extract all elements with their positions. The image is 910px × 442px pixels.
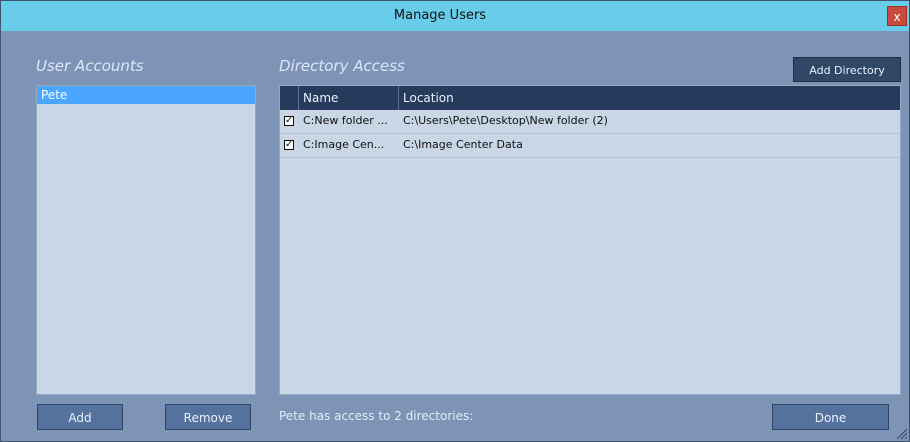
row-name: C:New folder ... [303, 114, 388, 127]
location-column-header[interactable]: Location [399, 86, 900, 110]
table-row[interactable]: ✓ C:Image Cen... C:\Image Center Data [280, 134, 900, 158]
directory-access-status: Pete has access to 2 directories: [279, 409, 474, 423]
done-button[interactable]: Done [772, 404, 889, 430]
directory-access-heading: Directory Access [279, 57, 405, 75]
window-title: Manage Users [393, 8, 487, 23]
table-header: Name Location [280, 86, 900, 110]
user-accounts-list[interactable]: Pete [36, 85, 256, 395]
row-location: C:\Image Center Data [403, 138, 523, 151]
manage-users-window: Manage Users x User Accounts Pete Add Re… [0, 0, 910, 442]
check-icon[interactable]: ✓ [284, 140, 294, 150]
table-row[interactable]: ✓ C:New folder ... C:\Users\Pete\Desktop… [280, 110, 900, 134]
resize-grip-icon[interactable] [897, 429, 907, 439]
checkbox-column-header [280, 86, 299, 110]
user-item[interactable]: Pete [37, 86, 255, 104]
row-name: C:Image Cen... [303, 138, 385, 151]
close-button[interactable]: x [887, 6, 907, 26]
user-accounts-heading: User Accounts [36, 57, 144, 75]
title-bar: Manage Users x [1, 1, 909, 31]
check-icon[interactable]: ✓ [284, 116, 294, 126]
name-column-header[interactable]: Name [299, 86, 399, 110]
remove-user-button[interactable]: Remove [165, 404, 251, 430]
add-user-button[interactable]: Add [37, 404, 123, 430]
directory-table: Name Location ✓ C:New folder ... C:\User… [279, 85, 901, 395]
row-location: C:\Users\Pete\Desktop\New folder (2) [403, 114, 608, 127]
add-directory-button[interactable]: Add Directory [793, 57, 901, 82]
